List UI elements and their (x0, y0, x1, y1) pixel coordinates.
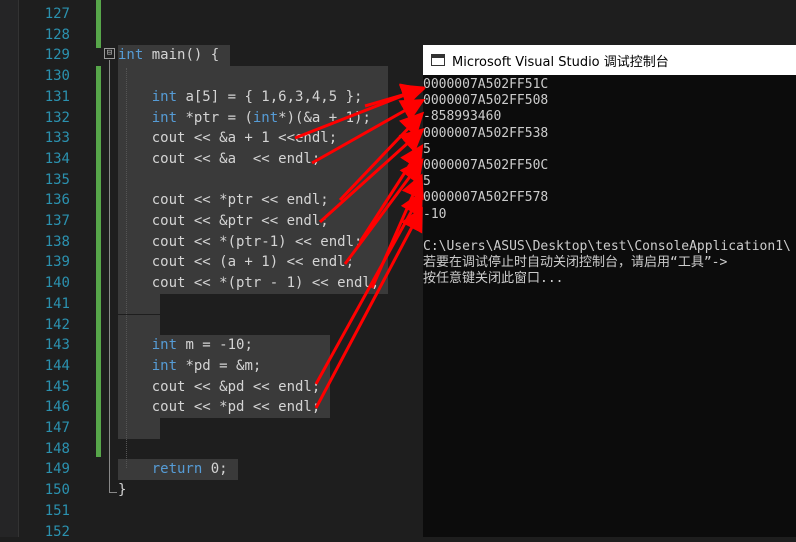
keyword-token: int (253, 110, 278, 126)
code-token: cout << &a << endl; (118, 151, 320, 167)
line-number: 138 (26, 232, 70, 253)
code-line: cout << &ptr << endl; (118, 211, 329, 232)
keyword-token: int (152, 89, 177, 105)
code-line: return 0; (118, 459, 228, 480)
console-output: 0000007A502FF51C0000007A502FF508-8589934… (423, 77, 796, 287)
line-number: 143 (26, 335, 70, 356)
line-number: 137 (26, 211, 70, 232)
code-token (118, 461, 152, 477)
code-token: cout << &a + 1 <<endl; (118, 130, 337, 146)
console-line: -10 (423, 207, 796, 223)
code-token (118, 358, 152, 374)
code-line: int *ptr = (int*)(&a + 1); (118, 108, 371, 129)
editor-left-margin (0, 0, 19, 537)
console-line: 5 (423, 174, 796, 190)
line-number: 140 (26, 273, 70, 294)
selection-highlight (118, 418, 160, 439)
code-token: cout << &ptr << endl; (118, 213, 329, 229)
line-number: 145 (26, 377, 70, 398)
line-number: 129 (26, 45, 70, 66)
debug-console-window[interactable]: Microsoft Visual Studio 调试控制台 0000007A50… (423, 45, 796, 537)
code-token: a[5] = { 1,6,3,4,5 }; (177, 89, 362, 105)
console-app-icon (431, 54, 445, 66)
console-line: 0000007A502FF50C (423, 158, 796, 174)
keyword-token: int (118, 47, 143, 63)
console-titlebar[interactable]: Microsoft Visual Studio 调试控制台 (423, 45, 796, 75)
console-line: C:\Users\ASUS\Desktop\test\ConsoleApplic… (423, 239, 796, 255)
line-number: 152 (26, 522, 70, 542)
code-token: cout << (a + 1) << endl; (118, 254, 354, 270)
line-number: 150 (26, 480, 70, 501)
line-number: 132 (26, 108, 70, 129)
code-token: cout << *(ptr-1) << endl; (118, 234, 362, 250)
code-line: cout << (a + 1) << endl; (118, 252, 354, 273)
collapse-toggle-icon[interactable]: ⊟ (104, 48, 115, 59)
code-token: cout << *pd << endl; (118, 399, 320, 415)
selection-highlight (118, 294, 160, 315)
line-number: 127 (26, 4, 70, 25)
line-number: 128 (26, 25, 70, 46)
line-number: 147 (26, 418, 70, 439)
console-line: 0000007A502FF51C (423, 77, 796, 93)
code-token: cout << *ptr << endl; (118, 192, 329, 208)
code-token: cout << &pd << endl; (118, 379, 320, 395)
fold-guide-line (109, 60, 110, 493)
line-number: 149 (26, 459, 70, 480)
line-number: 144 (26, 356, 70, 377)
code-line: int m = -10; (118, 335, 253, 356)
code-token (118, 337, 152, 353)
line-number: 142 (26, 315, 70, 336)
code-token: 0; (202, 461, 227, 477)
code-token: main() { (143, 47, 219, 63)
line-number: 131 (26, 87, 70, 108)
code-line: cout << &pd << endl; (118, 377, 320, 398)
code-line: cout << *(ptr-1) << endl; (118, 232, 362, 253)
code-token: *)(&a + 1); (278, 110, 371, 126)
code-line: cout << &a << endl; (118, 149, 320, 170)
console-title: Microsoft Visual Studio 调试控制台 (452, 51, 669, 70)
code-line: int main() { (118, 45, 219, 66)
console-line: 0000007A502FF538 (423, 126, 796, 142)
code-token (118, 89, 152, 105)
code-line: cout << *pd << endl; (118, 397, 320, 418)
line-number: 134 (26, 149, 70, 170)
console-line: 若要在调试停止时自动关闭控制台，请启用“工具”-> (423, 255, 796, 271)
keyword-token: int (152, 337, 177, 353)
console-line: 按任意键关闭此窗口... (423, 271, 796, 287)
line-number: 151 (26, 501, 70, 522)
change-indicator (96, 0, 101, 48)
code-line: cout << &a + 1 <<endl; (118, 128, 337, 149)
code-line: int *pd = &m; (118, 356, 261, 377)
line-number: 130 (26, 66, 70, 87)
code-line: cout << *(ptr - 1) << endl; (118, 273, 379, 294)
code-token: cout << *(ptr - 1) << endl; (118, 275, 379, 291)
line-number: 141 (26, 294, 70, 315)
line-number: 146 (26, 397, 70, 418)
code-line: cout << *ptr << endl; (118, 190, 329, 211)
code-token: m = -10; (177, 337, 253, 353)
console-line: 5 (423, 142, 796, 158)
line-number: 148 (26, 439, 70, 460)
code-token (118, 110, 152, 126)
change-indicator (96, 66, 101, 457)
line-number: 135 (26, 170, 70, 191)
code-token: *ptr = ( (177, 110, 253, 126)
console-line: -858993460 (423, 109, 796, 125)
line-number: 136 (26, 190, 70, 211)
line-number: 133 (26, 128, 70, 149)
code-token: *pd = &m; (177, 358, 261, 374)
fold-guide-end (109, 492, 117, 493)
code-line: } (118, 480, 126, 501)
line-number: 139 (26, 252, 70, 273)
code-line: int a[5] = { 1,6,3,4,5 }; (118, 87, 362, 108)
console-line: 0000007A502FF508 (423, 93, 796, 109)
keyword-token: return (152, 461, 203, 477)
keyword-token: int (152, 358, 177, 374)
console-line (423, 223, 796, 239)
keyword-token: int (152, 110, 177, 126)
code-token: } (118, 482, 126, 498)
selection-highlight (118, 315, 160, 336)
console-line: 0000007A502FF578 (423, 190, 796, 206)
